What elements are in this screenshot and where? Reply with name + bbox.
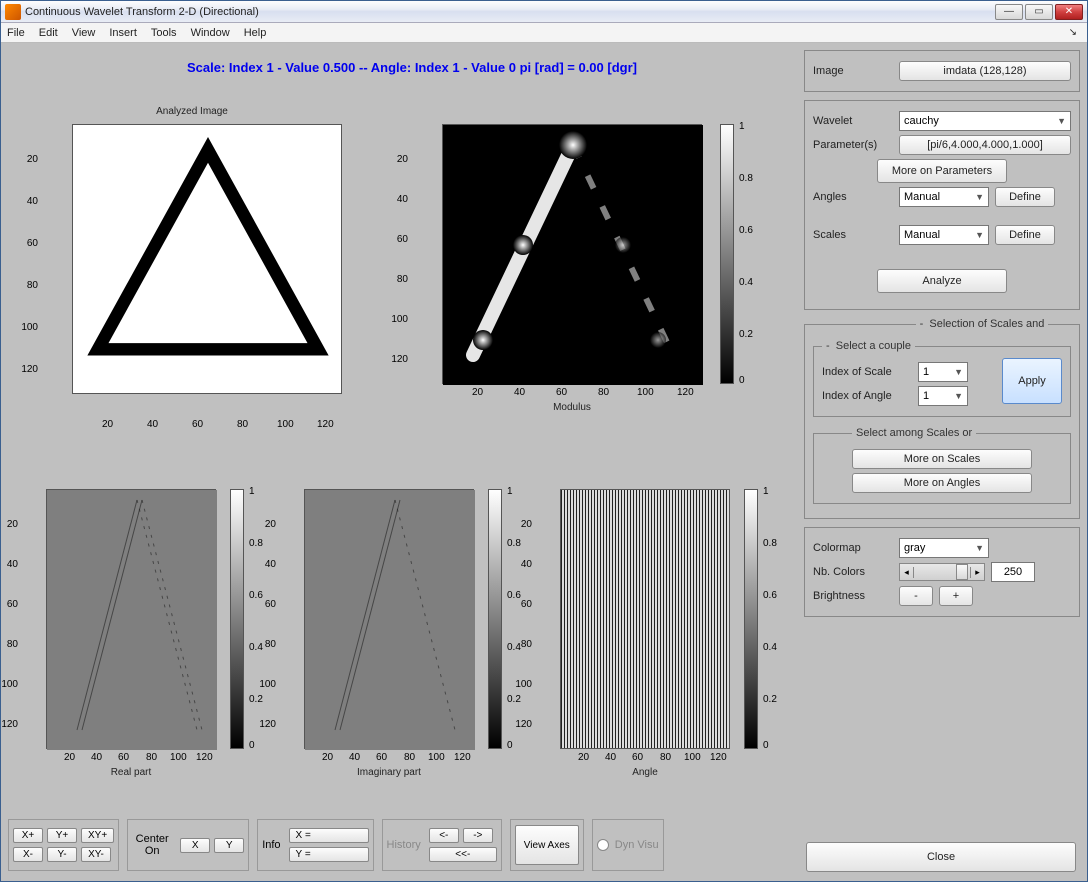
selection-group: - Selection of Scales and - Select a cou… [804, 318, 1080, 519]
imagpart-title: Imaginary part [304, 767, 474, 778]
center-y-button[interactable]: Y [214, 838, 244, 853]
image-button[interactable]: imdata (128,128) [899, 61, 1071, 81]
colormap-label: Colormap [813, 542, 893, 554]
apply-button[interactable]: Apply [1002, 358, 1062, 404]
realpart-axes [46, 489, 216, 749]
select-couple-group: - Select a couple Index of Scale 1▼ Inde… [813, 340, 1071, 417]
center-x-button[interactable]: X [180, 838, 210, 853]
history-back-button[interactable]: <<- [429, 847, 497, 862]
xplus-button[interactable]: X+ [13, 828, 43, 843]
dynvisu-group: Dyn Visu [592, 819, 664, 871]
status-heading: Scale: Index 1 - Value 0.500 -- Angle: I… [52, 60, 772, 75]
view-axes-button[interactable]: View Axes [515, 825, 579, 865]
history-left-button[interactable]: <- [429, 828, 459, 843]
idx-angle-select[interactable]: 1▼ [918, 386, 968, 406]
menu-tools[interactable]: Tools [151, 27, 177, 39]
menu-window[interactable]: Window [191, 27, 230, 39]
colormap-group: Colormap gray▼ Nb. Colors ◂▸ 250 Brightn… [804, 527, 1080, 617]
history-right-button[interactable]: -> [463, 828, 493, 843]
nbcolors-slider[interactable]: ◂▸ [899, 563, 985, 581]
info-x-button[interactable]: X = [289, 828, 369, 843]
realpart-title: Real part [46, 767, 216, 778]
colormap-select[interactable]: gray▼ [899, 538, 989, 558]
info-label: Info [262, 839, 280, 851]
angles-define-button[interactable]: Define [995, 187, 1055, 207]
xyplus-button[interactable]: XY+ [81, 828, 114, 843]
modulus-colorbar: 1 0.8 0.6 0.4 0.2 0 [720, 124, 734, 384]
analyzed-axes [72, 124, 342, 394]
image-group: Image imdata (128,128) [804, 50, 1080, 92]
idx-angle-label: Index of Angle [822, 390, 912, 402]
zoom-group: X+ Y+ XY+ X- Y- XY- [8, 819, 119, 871]
angle-axes [560, 489, 730, 749]
wavelet-group: Wavelet cauchy▼ Parameter(s) [pi/6,4.000… [804, 100, 1080, 310]
more-angles-button[interactable]: More on Angles [852, 473, 1032, 493]
more-scales-button[interactable]: More on Scales [852, 449, 1032, 469]
center-group: Center On XY [127, 819, 249, 871]
idx-scale-select[interactable]: 1▼ [918, 362, 968, 382]
analyze-button[interactable]: Analyze [877, 269, 1007, 293]
scales-define-button[interactable]: Define [995, 225, 1055, 245]
menu-help[interactable]: Help [244, 27, 267, 39]
brightness-label: Brightness [813, 590, 893, 602]
yplus-button[interactable]: Y+ [47, 828, 77, 843]
xminus-button[interactable]: X- [13, 847, 43, 862]
modulus-title: Modulus [442, 402, 702, 413]
dynvisu-radio[interactable] [597, 839, 609, 851]
history-group: History <- -> <<- [382, 819, 502, 871]
info-group: Info X = Y = [257, 819, 373, 871]
more-params-button[interactable]: More on Parameters [877, 159, 1007, 183]
menu-bar: File Edit View Insert Tools Window Help … [1, 23, 1087, 43]
angles-label: Angles [813, 191, 893, 203]
history-label: History [387, 839, 421, 851]
param-label: Parameter(s) [813, 139, 893, 151]
param-button[interactable]: [pi/6,4.000,4.000,1.000] [899, 135, 1071, 155]
wavelet-select[interactable]: cauchy▼ [899, 111, 1071, 131]
viewaxes-group: View Axes [510, 819, 584, 871]
yminus-button[interactable]: Y- [47, 847, 77, 862]
scales-select[interactable]: Manual▼ [899, 225, 989, 245]
menu-edit[interactable]: Edit [39, 27, 58, 39]
imagpart-colorbar: 1 0.8 0.6 0.4 0.2 0 [488, 489, 502, 749]
idx-scale-label: Index of Scale [822, 366, 912, 378]
wavelet-label: Wavelet [813, 115, 893, 127]
window-title: Continuous Wavelet Transform 2-D (Direct… [25, 6, 995, 18]
angles-select[interactable]: Manual▼ [899, 187, 989, 207]
nbcolors-value[interactable]: 250 [991, 562, 1035, 582]
info-y-button[interactable]: Y = [289, 847, 369, 862]
image-label: Image [813, 65, 893, 77]
angle-colorbar: 1 0.8 0.6 0.4 0.2 0 [744, 489, 758, 749]
dynvisu-label: Dyn Visu [615, 839, 659, 851]
xyminus-button[interactable]: XY- [81, 847, 111, 862]
imagpart-axes [304, 489, 474, 749]
center-on-label: Center On [132, 833, 172, 857]
app-icon [5, 4, 21, 20]
modulus-axes [442, 124, 702, 384]
close-window-button[interactable]: ✕ [1055, 4, 1083, 20]
maximize-button[interactable]: ▭ [1025, 4, 1053, 20]
minimize-button[interactable]: — [995, 4, 1023, 20]
menu-view[interactable]: View [72, 27, 96, 39]
nbcolors-label: Nb. Colors [813, 566, 893, 578]
menu-insert[interactable]: Insert [109, 27, 137, 39]
select-among-group: Select among Scales or More on Scales Mo… [813, 427, 1071, 504]
brightness-plus-button[interactable]: + [939, 586, 973, 606]
realpart-colorbar: 1 0.8 0.6 0.4 0.2 0 [230, 489, 244, 749]
brightness-minus-button[interactable]: - [899, 586, 933, 606]
analyzed-title: Analyzed Image [42, 106, 342, 117]
dock-toggle-icon[interactable]: ↘ [1069, 27, 1081, 38]
menu-file[interactable]: File [7, 27, 25, 39]
angle-title: Angle [560, 767, 730, 778]
scales-label: Scales [813, 229, 893, 241]
